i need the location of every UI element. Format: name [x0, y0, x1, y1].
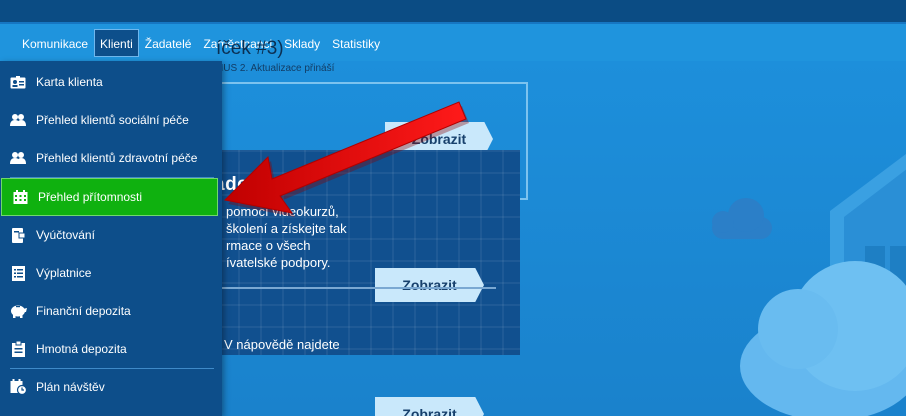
menu-item-label: Vyúčtování: [36, 228, 95, 242]
menu-item-financni-depozita[interactable]: Finanční depozita: [0, 292, 222, 330]
menu-item-prehled-zdravotni-pece[interactable]: Přehled klientů zdravotní péče: [0, 139, 222, 177]
document-list-icon: [0, 254, 36, 292]
help-show-button[interactable]: Zobrazit: [375, 397, 484, 416]
calendar-clock-icon: [0, 368, 36, 406]
menu-item-label: Přehled klientů sociální péče: [36, 113, 189, 127]
clipboard-icon: [0, 330, 36, 368]
academy-show-button[interactable]: Zobrazit: [375, 268, 484, 302]
menu-item-vyplatnice[interactable]: Výplatnice: [0, 254, 222, 292]
piggy-bank-icon: [0, 292, 36, 330]
menu-item-vyuctovani[interactable]: Vyúčtování: [0, 216, 222, 254]
news-subtitle: NUS 2. Aktualizace přináší: [216, 63, 335, 74]
menu-item-plan-navstev[interactable]: Plán návštěv: [0, 368, 222, 406]
users-icon: [0, 139, 36, 177]
calendar-icon: [2, 178, 38, 216]
academy-description: pomocí videokurzů, školení a získejte ta…: [226, 204, 347, 270]
menu-item-label: Přehled přítomnosti: [38, 190, 143, 204]
menu-item-prehled-pritomnosti[interactable]: Přehled přítomnosti: [1, 178, 218, 216]
id-card-icon: [0, 63, 36, 101]
news-title: íček #3): [216, 38, 284, 59]
wallet-icon: [0, 216, 36, 254]
klienti-dropdown-menu: Karta klienta Přehled klientů sociální p…: [0, 61, 222, 416]
academy-title: ademie: [214, 174, 283, 195]
nav-item-komunikace[interactable]: Komunikace: [16, 29, 94, 57]
menu-item-label: Finanční depozita: [36, 304, 131, 318]
menu-item-hmotna-depozita[interactable]: Hmotná depozita: [0, 330, 222, 368]
menu-item-karta-klienta[interactable]: Karta klienta: [0, 63, 222, 101]
menu-item-prehled-socialni-pece[interactable]: Přehled klientů sociální péče: [0, 101, 222, 139]
nav-item-klienti[interactable]: Klienti: [94, 28, 139, 57]
nav-item-statistiky[interactable]: Statistiky: [326, 29, 386, 57]
menu-item-label: Přehled klientů zdravotní péče: [36, 151, 198, 165]
top-bar: [0, 0, 906, 22]
academy-divider: [222, 287, 496, 289]
help-description: V nápovědě najdete: [224, 337, 340, 352]
users-icon: [0, 101, 36, 139]
nav-item-sklady[interactable]: Sklady: [278, 29, 326, 57]
main-nav: Komunikace Klienti Žadatelé Zaměstnanci …: [0, 24, 906, 61]
nav-item-zadatele[interactable]: Žadatelé: [139, 29, 198, 57]
menu-item-label: Hmotná depozita: [36, 342, 127, 356]
menu-item-label: Výplatnice: [36, 266, 92, 280]
menu-item-label: Karta klienta: [36, 75, 103, 89]
menu-item-label: Plán návštěv: [36, 380, 105, 394]
